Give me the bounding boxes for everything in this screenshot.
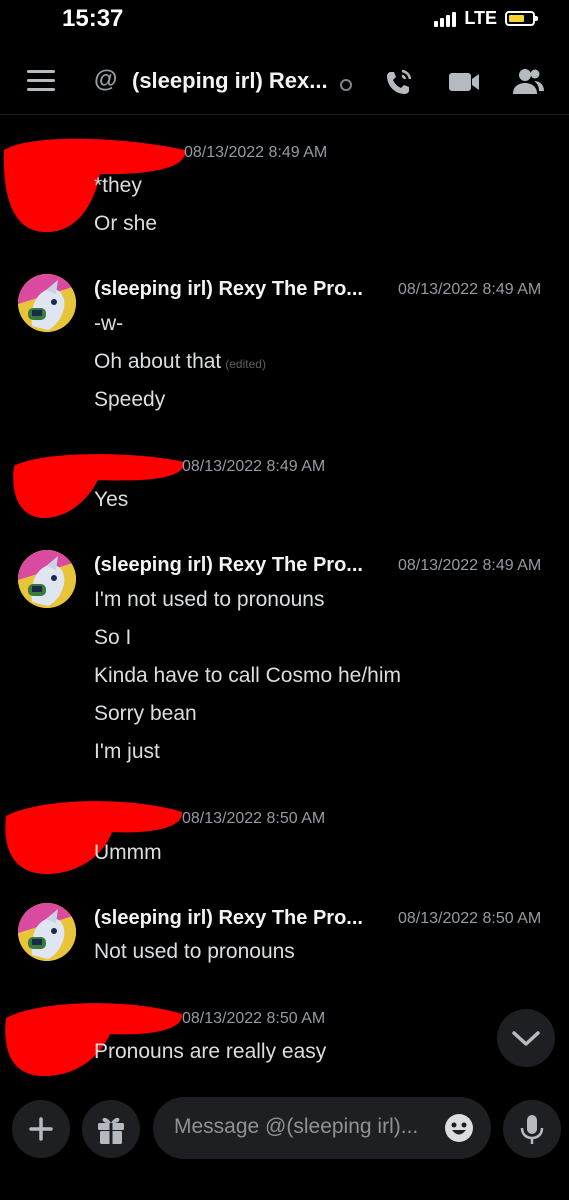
gift-icon [98,1117,124,1144]
plus-icon [29,1117,53,1141]
video-icon[interactable] [446,64,482,100]
message-text[interactable]: Not used to pronouns [94,940,295,964]
message-text-content: Oh about that [94,350,222,373]
message-author[interactable]: (sleeping irl) Rexy The Pro... [94,907,363,930]
signal-icon [434,11,457,27]
message-text[interactable]: Speedy [94,388,165,412]
message-text[interactable]: I'm not used to pronouns [94,588,325,612]
microphone-icon [520,1115,544,1144]
avatar[interactable] [18,274,76,332]
add-attachment-button[interactable] [12,1100,70,1158]
status-bar: 15:37 LTE [0,0,569,40]
at-icon: @ [94,66,118,93]
redacted-author-scribble [5,1003,183,1076]
members-icon[interactable] [510,64,546,100]
chevron-down-icon [512,1031,540,1046]
message-text[interactable]: Oh about that (edited) [94,350,266,374]
message-text[interactable]: Ummm [94,841,162,865]
message-timestamp: 08/13/2022 8:49 AM [398,281,542,298]
message-text[interactable]: Kinda have to call Cosmo he/him [94,664,401,688]
message-text[interactable]: So I [94,626,131,650]
edited-label: (edited) [225,357,266,371]
battery-icon [505,11,538,26]
message-text[interactable]: -w- [94,312,123,336]
message-text[interactable]: Sorry bean [94,702,197,726]
message-author[interactable]: (sleeping irl) Rexy The Pro... [94,554,363,577]
message-text[interactable]: Pronouns are really easy [94,1040,326,1064]
message-list[interactable]: 08/13/2022 8:49 AM *they Or she (sleepin… [0,116,569,1086]
message-text[interactable]: Or she [94,212,157,236]
message-input[interactable]: Message @(sleeping irl)... [153,1097,491,1159]
message-author[interactable]: (sleeping irl) Rexy The Pro... [94,278,363,301]
message-timestamp: 08/13/2022 8:49 AM [184,144,328,161]
emoji-icon[interactable] [443,1112,475,1144]
message-text[interactable]: I'm just [94,740,160,764]
avatar[interactable] [18,903,76,961]
call-icon[interactable] [381,64,417,100]
voice-message-button[interactable] [503,1100,561,1158]
status-time: 15:37 [62,5,124,32]
gift-button[interactable] [82,1100,140,1158]
message-timestamp: 08/13/2022 8:50 AM [398,910,542,927]
channel-header: @ (sleeping irl) Rex... [0,50,569,115]
message-timestamp: 08/13/2022 8:49 AM [182,458,326,475]
network-label: LTE [464,8,497,28]
menu-icon[interactable] [27,70,55,92]
message-timestamp: 08/13/2022 8:50 AM [182,1010,326,1027]
message-composer: Message @(sleeping irl)... [0,1086,569,1200]
message-timestamp: 08/13/2022 8:50 AM [182,810,326,827]
channel-title[interactable]: (sleeping irl) Rex... [132,68,328,94]
message-text[interactable]: *they [94,174,142,198]
status-indicators: LTE [434,8,538,29]
status-indicator-icon [340,79,352,91]
message-text[interactable]: Yes [94,488,128,512]
avatar[interactable] [18,550,76,608]
message-input-placeholder: Message @(sleeping irl)... [174,1115,419,1138]
jump-to-bottom-button[interactable] [497,1009,555,1067]
message-timestamp: 08/13/2022 8:49 AM [398,557,542,574]
